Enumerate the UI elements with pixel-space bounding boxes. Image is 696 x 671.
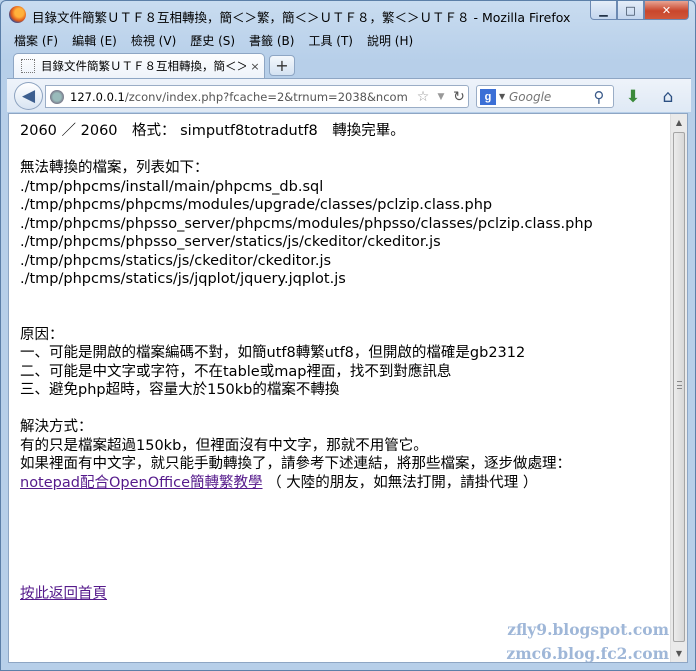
menu-file[interactable]: 檔案 (F) (7, 32, 65, 49)
status-line: 2060 ／ 2060 格式： simputf8totradutf8 轉換完畢。 (20, 123, 405, 139)
failed-file: ./tmp/phpcms/phpsso_server/statics/js/ck… (20, 234, 441, 250)
solution-item: 有的只是檔案超過150kb，但裡面沒有中文字，那就不用管它。 (20, 437, 428, 454)
tutorial-link[interactable]: notepad配合OpenOffice簡轉繁教學 (20, 475, 263, 491)
failed-heading: 無法轉換的檔案，列表如下： (20, 160, 209, 176)
back-button[interactable]: ◀ (14, 82, 43, 110)
back-arrow-icon: ◀ (21, 86, 36, 106)
failed-file: ./tmp/phpcms/statics/js/jqplot/jquery.jq… (20, 271, 346, 287)
menu-bookmarks[interactable]: 書籤 (B) (242, 32, 301, 49)
search-input[interactable] (509, 89, 589, 104)
tutorial-note: （ 大陸的朋友，如無法打開，請掛代理 ） (267, 474, 538, 491)
tab-current[interactable]: 目錄文件簡繁ＵＴＦ８互相轉換，簡＜＞繁，簡＜＞ＵＴＦ８ × (13, 53, 265, 78)
scroll-up-icon[interactable]: ▲ (671, 114, 687, 131)
navigation-toolbar: ◀ 127.0.0.1/zconv/index.php?fcache=2&trn… (7, 78, 691, 112)
failed-file: ./tmp/phpcms/phpcms/modules/upgrade/clas… (20, 197, 493, 213)
title-bar[interactable]: 目錄文件簡繁ＵＴＦ８互相轉換，簡＜＞繁，簡＜＞ＵＴＦ８，繁＜＞ＵＴＦ８ - Mo… (1, 1, 695, 29)
minimize-icon: ▁ (599, 3, 608, 17)
page-loading-icon (21, 59, 35, 73)
download-arrow-icon: ⬇ (625, 86, 641, 107)
url-host: 127.0.0.1 (70, 89, 125, 104)
scroll-down-icon[interactable]: ▼ (671, 645, 687, 662)
reason-heading: 原因： (20, 326, 64, 343)
tutorial-line: notepad配合OpenOffice簡轉繁教學 （ 大陸的朋友，如無法打開，請… (20, 474, 670, 493)
failed-file: ./tmp/phpcms/install/main/phpcms_db.sql (20, 178, 324, 195)
vertical-scrollbar[interactable]: ▲ ▼ (670, 114, 687, 662)
menu-help[interactable]: 說明 (H) (360, 32, 420, 49)
site-identity-icon[interactable] (50, 89, 64, 104)
menu-history[interactable]: 歷史 (S) (183, 32, 242, 49)
engine-dropdown-icon[interactable]: ▼ (499, 92, 509, 101)
minimize-button[interactable]: ▁ (590, 1, 617, 20)
menu-bar: 檔案 (F) 編輯 (E) 檢視 (V) 歷史 (S) 書籤 (B) 工具 (T… (7, 30, 689, 50)
failed-file: ./tmp/phpcms/statics/js/ckeditor/ckedito… (20, 252, 332, 269)
reason-item: 三、避免php超時，容量大於150kb的檔案不轉換 (20, 382, 340, 398)
close-button[interactable]: ✕ (644, 1, 689, 20)
url-dropdown-icon[interactable]: ▼ (432, 92, 450, 102)
page-content: 2060 ／ 2060 格式： simputf8totradutf8 轉換完畢。… (8, 113, 688, 663)
tab-close-icon[interactable]: × (246, 60, 264, 73)
page-body: 2060 ／ 2060 格式： simputf8totradutf8 轉換完畢。… (20, 122, 670, 603)
google-engine-icon[interactable]: g (480, 88, 496, 105)
browser-window: 目錄文件簡繁ＵＴＦ８互相轉換，簡＜＞繁，簡＜＞ＵＴＦ８，繁＜＞ＵＴＦ８ - Mo… (0, 0, 696, 671)
home-icon: ⌂ (662, 86, 674, 107)
menu-tools[interactable]: 工具 (T) (301, 32, 360, 49)
maximize-icon: □ (625, 3, 636, 17)
solution-heading: 解決方式： (20, 419, 93, 435)
maximize-button[interactable]: □ (617, 1, 644, 20)
watermark-blogspot: zfly9.blogspot.com (507, 620, 669, 639)
firefox-logo-icon (9, 6, 26, 23)
reload-icon[interactable]: ↻ (450, 89, 468, 105)
download-button[interactable]: ⬇ (621, 85, 645, 108)
tab-bar: 目錄文件簡繁ＵＴＦ８互相轉換，簡＜＞繁，簡＜＞ＵＴＦ８ × + (7, 52, 689, 78)
home-link[interactable]: 按此返回首頁 (20, 586, 107, 602)
close-icon: ✕ (661, 3, 672, 17)
reason-item: 一、可能是開啟的檔案編碼不對，如簡utf8轉繁utf8，但開啟的檔確是gb231… (20, 345, 526, 361)
reason-item: 二、可能是中文字或字符，不在table或map裡面，找不到對應訊息 (20, 363, 452, 380)
solution-item: 如果裡面有中文字，就只能手動轉換了，請參考下述連結，將那些檔案，逐步做處理： (20, 456, 571, 472)
menu-view[interactable]: 檢視 (V) (124, 32, 183, 49)
window-title: 目錄文件簡繁ＵＴＦ８互相轉換，簡＜＞繁，簡＜＞ＵＴＦ８，繁＜＞ＵＴＦ８ - Mo… (32, 10, 571, 25)
search-bar: g ▼ ⚲ (476, 85, 614, 108)
grip-icon (677, 381, 682, 389)
url-bar[interactable]: 127.0.0.1/zconv/index.php?fcache=2&trnum… (45, 85, 469, 108)
tab-label: 目錄文件簡繁ＵＴＦ８互相轉換，簡＜＞繁，簡＜＞ＵＴＦ８ (41, 59, 246, 73)
scroll-thumb[interactable] (673, 132, 685, 642)
new-tab-button[interactable]: + (269, 55, 295, 76)
bookmark-star-icon[interactable]: ☆ (414, 89, 432, 105)
url-path: /zconv/index.php?fcache=2&trnum=2038&nco… (124, 89, 408, 104)
search-icon[interactable]: ⚲ (589, 88, 609, 106)
home-button[interactable]: ⌂ (656, 85, 680, 108)
window-controls: ▁ □ ✕ (590, 1, 689, 20)
url-text[interactable]: 127.0.0.1/zconv/index.php?fcache=2&trnum… (70, 90, 414, 104)
menu-edit[interactable]: 編輯 (E) (65, 32, 124, 49)
watermark-fc2: zmc6.blog.fc2.com (506, 644, 669, 663)
failed-file: ./tmp/phpcms/phpsso_server/phpcms/module… (20, 215, 593, 232)
